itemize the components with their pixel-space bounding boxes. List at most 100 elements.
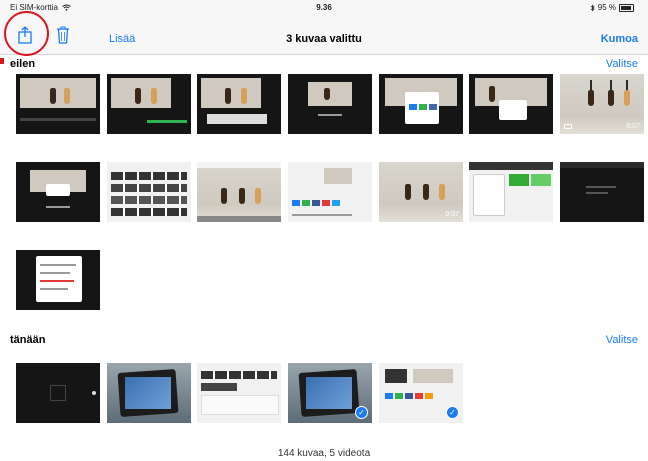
dialog-preview — [46, 184, 70, 196]
library-count: 144 kuvaa, 5 videota — [277, 448, 371, 459]
guitar-shape — [225, 88, 231, 104]
thumb-tile — [292, 200, 300, 206]
thumb-tile — [405, 393, 413, 399]
thumb-tile — [419, 104, 427, 110]
battery-percent: 95 % — [597, 3, 616, 12]
photo-thumbnail[interactable] — [560, 162, 644, 222]
thumb-tile — [322, 200, 330, 206]
photo-thumbnail[interactable] — [288, 74, 372, 134]
checkmark-icon: ✓ — [355, 406, 368, 419]
annotation-circle — [4, 11, 49, 56]
guitar-shape — [239, 188, 245, 204]
thumb-preview — [531, 174, 551, 186]
photo-thumbnail[interactable] — [16, 74, 100, 134]
thumb-preview — [201, 395, 279, 415]
guitar-shape — [64, 88, 70, 104]
battery-indicator: 95 % — [590, 3, 634, 12]
thumb-tile — [429, 104, 437, 110]
thumb-tile — [312, 200, 320, 206]
thumb-preview — [201, 78, 261, 108]
status-bar: Ei SIM-korttia 9.36 95 % — [0, 0, 648, 14]
thumb-tile — [425, 393, 433, 399]
guitar-shape — [489, 86, 495, 102]
clock: 9.36 — [316, 3, 332, 12]
selection-title: 3 kuvaa valittu — [0, 33, 648, 45]
section-title-today: tänään — [10, 334, 46, 346]
guitar-neck — [626, 80, 628, 90]
guitar-shape — [608, 90, 614, 106]
thumb-footer — [197, 216, 281, 222]
photo-thumbnail[interactable] — [107, 74, 191, 134]
photo-thumbnail[interactable] — [16, 363, 100, 423]
thumb-preview — [201, 383, 237, 391]
battery-icon — [619, 3, 634, 12]
bluetooth-icon — [590, 4, 595, 11]
guitar-shape — [50, 88, 56, 104]
thumb-text-line — [40, 264, 76, 266]
thumb-tile — [385, 393, 393, 399]
timeline-strip — [147, 120, 187, 123]
photo-thumbnail-selected[interactable]: ✓ — [379, 363, 463, 423]
photo-thumbnail[interactable] — [107, 162, 191, 222]
guitar-shape — [221, 188, 227, 204]
guitar-shape — [423, 184, 429, 200]
video-thumbnail[interactable]: 0:07 — [560, 74, 644, 134]
photo-thumbnail[interactable] — [107, 363, 191, 423]
video-thumbnail[interactable]: 0:07 — [379, 162, 463, 222]
guitar-neck — [610, 80, 612, 90]
add-button[interactable]: Lisää — [109, 33, 135, 45]
photo-thumbnail[interactable] — [197, 162, 281, 222]
thumb-text-line — [586, 186, 616, 188]
thumb-preview — [324, 168, 352, 184]
guitar-neck — [590, 80, 592, 90]
photo-thumbnail[interactable] — [469, 162, 553, 222]
thumb-header — [197, 162, 281, 168]
select-button-yesterday[interactable]: Valitse — [606, 58, 638, 70]
video-camera-icon — [564, 124, 572, 129]
thumb-preview — [50, 385, 66, 401]
thumb-tile — [415, 393, 423, 399]
ipad-screen — [306, 377, 352, 409]
photo-thumbnail[interactable] — [288, 162, 372, 222]
section-title-yesterday: eilen — [10, 58, 36, 70]
film-row — [111, 196, 187, 204]
checkmark-icon: ✓ — [446, 406, 459, 419]
film-row — [111, 184, 187, 192]
guitar-shape — [624, 90, 630, 106]
thumb-preview — [111, 78, 171, 108]
photo-thumbnail[interactable] — [197, 363, 281, 423]
dialog-preview — [473, 174, 505, 216]
thumb-tile — [395, 393, 403, 399]
guitar-shape — [324, 88, 330, 100]
photo-thumbnail[interactable] — [16, 162, 100, 222]
settings-panel-preview — [36, 256, 82, 302]
photo-thumbnail[interactable] — [469, 74, 553, 134]
photo-thumbnail[interactable] — [197, 74, 281, 134]
thumb-preview — [509, 174, 529, 186]
guitar-shape — [405, 184, 411, 200]
guitar-shape — [255, 188, 261, 204]
thumb-text-line — [318, 114, 342, 116]
photo-thumbnail[interactable] — [379, 74, 463, 134]
thumb-preview — [207, 114, 267, 124]
guitar-shape — [151, 88, 157, 104]
photo-thumbnail-selected[interactable]: ✓ — [288, 363, 372, 423]
thumb-preview — [413, 369, 453, 383]
thumb-preview — [385, 369, 407, 383]
thumb-text-line — [586, 192, 608, 194]
thumb-tile — [332, 200, 340, 206]
thumb-tile — [409, 104, 417, 110]
guitar-shape — [135, 88, 141, 104]
cancel-button[interactable]: Kumoa — [601, 33, 638, 45]
thumb-text-line — [46, 206, 70, 208]
video-duration: 0:07 — [445, 211, 459, 218]
photo-thumbnail[interactable] — [16, 250, 100, 310]
film-row — [111, 172, 187, 180]
ipad-screen — [125, 377, 171, 409]
thumb-preview — [20, 78, 96, 108]
select-button-today[interactable]: Valitse — [606, 334, 638, 346]
thumb-preview — [308, 82, 352, 106]
trash-icon[interactable] — [56, 26, 70, 44]
thumb-preview — [92, 391, 96, 395]
thumb-tile — [302, 200, 310, 206]
